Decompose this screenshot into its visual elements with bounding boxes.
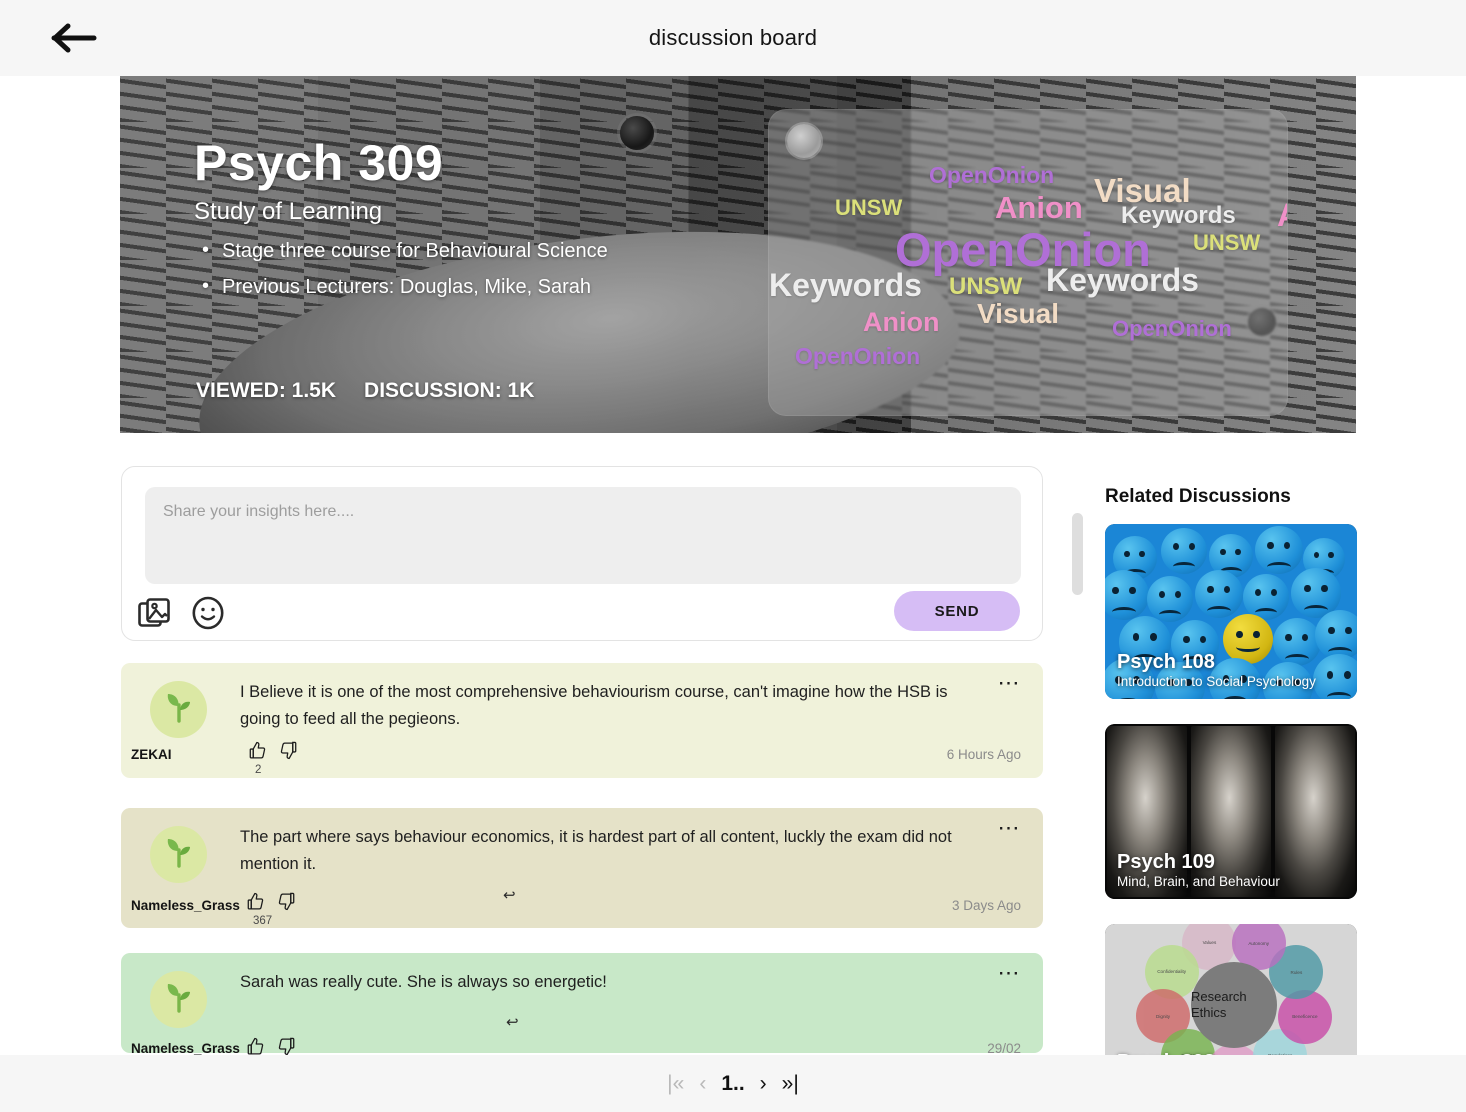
related-card-code: Psych 108 xyxy=(1117,651,1215,673)
last-page-button[interactable]: »| xyxy=(782,1072,799,1096)
related-discussions-sidebar: Related Discussions Psych 108 Introducti… xyxy=(1105,486,1357,1112)
related-card-code: Psych 109 xyxy=(1117,851,1215,873)
keyword-keywords[interactable]: Keywords xyxy=(1046,262,1199,299)
comment-text: Sarah was really cute. She is always so … xyxy=(240,973,607,991)
avatar xyxy=(150,681,207,738)
comment-author: Nameless_Grass xyxy=(131,898,240,913)
thumbs-up-icon[interactable] xyxy=(246,892,265,916)
keyword-unsw[interactable]: UNSW xyxy=(1193,230,1260,256)
composer-toolbar xyxy=(138,596,225,635)
sad-face-ball xyxy=(1105,570,1149,620)
sad-face-ball xyxy=(1147,576,1193,622)
keyword-openonion[interactable]: OpenOnion xyxy=(929,162,1054,189)
comment-timestamp: 3 Days Ago xyxy=(951,898,1021,913)
ethics-center-label: Research Ethics xyxy=(1191,962,1277,1048)
course-bullet: Stage three course for Behavioural Scien… xyxy=(194,239,608,263)
first-page-button[interactable]: |« xyxy=(667,1072,684,1096)
sad-face-ball xyxy=(1313,654,1357,699)
comment-timestamp: 29/02 xyxy=(987,1041,1021,1056)
comment-card: The part where says behaviour economics,… xyxy=(121,808,1043,928)
reply-arrow-icon[interactable]: ↩ xyxy=(503,886,516,904)
keyword-openonion[interactable]: OpenOnion xyxy=(795,343,920,370)
comments-scrollbar[interactable] xyxy=(1072,513,1083,595)
course-bullet: Previous Lecturers: Douglas, Mike, Sarah xyxy=(194,275,608,299)
related-card-name: Mind, Brain, and Behaviour xyxy=(1117,874,1280,889)
prev-page-button[interactable]: ‹ xyxy=(699,1072,706,1096)
hero-stats: VIEWED: 1.5K DISCUSSION: 1K xyxy=(196,379,534,403)
discussion-count: DISCUSSION: 1K xyxy=(364,379,535,402)
hero-bolt-decoration xyxy=(620,116,654,150)
upvote-count: 2 xyxy=(255,764,262,776)
avatar xyxy=(150,826,207,883)
avatar xyxy=(150,971,207,1028)
sad-face-ball xyxy=(1195,570,1243,618)
vote-controls xyxy=(248,741,298,765)
page-title: discussion board xyxy=(648,25,818,50)
comment-card: I Believe it is one of the most comprehe… xyxy=(121,663,1043,778)
keyword-visual[interactable]: Visual xyxy=(977,298,1059,330)
course-subtitle: Study of Learning xyxy=(194,198,383,225)
sprout-icon xyxy=(159,977,199,1022)
thumbs-down-icon[interactable] xyxy=(279,741,298,765)
course-code: Psych 309 xyxy=(194,135,444,191)
keyword-cloud-panel[interactable]: OpenOnionUNSWAnionVisualKeywordsAOpenOni… xyxy=(768,109,1288,416)
image-icon[interactable] xyxy=(138,597,172,634)
current-page-label[interactable]: 1.. xyxy=(721,1072,744,1096)
sidebar-title: Related Discussions xyxy=(1105,486,1291,507)
arrow-left-icon xyxy=(51,23,97,53)
emoji-smile-icon[interactable] xyxy=(191,596,225,635)
sprout-icon xyxy=(159,687,199,732)
hero-text-block: Psych 309 Study of Learning Stage three … xyxy=(194,134,608,312)
cloud-knob-decoration xyxy=(787,124,821,158)
comment-text: The part where says behaviour economics,… xyxy=(240,828,952,873)
keyword-keywords[interactable]: Keywords xyxy=(769,267,922,304)
sad-face-ball xyxy=(1315,610,1357,660)
send-button[interactable]: SEND xyxy=(894,591,1020,631)
keyword-anion[interactable]: Anion xyxy=(995,190,1083,226)
keyword-openonion[interactable]: OpenOnion xyxy=(1112,316,1232,342)
next-page-button[interactable]: › xyxy=(760,1072,767,1096)
back-button[interactable] xyxy=(50,20,106,56)
pagination-footer: |« ‹ 1.. › »| xyxy=(0,1055,1466,1112)
comment-card: Sarah was really cute. She is always so … xyxy=(121,953,1043,1056)
comment-author: ZEKAI xyxy=(131,747,172,762)
course-bullet-list: Stage three course for Behavioural Scien… xyxy=(194,239,608,299)
related-card-name: Introduction to Social Psychology xyxy=(1117,674,1316,689)
keyword-anion[interactable]: Anion xyxy=(863,307,939,338)
page-header: discussion board xyxy=(0,0,1466,76)
sprout-icon xyxy=(159,832,199,877)
viewed-count: VIEWED: 1.5K xyxy=(196,379,337,402)
keyword-unsw[interactable]: UNSW xyxy=(835,195,902,221)
upvote-count: 367 xyxy=(253,915,273,927)
more-options-icon[interactable]: ⋯ xyxy=(998,962,1022,984)
course-hero-banner: Psych 309 Study of Learning Stage three … xyxy=(120,76,1356,433)
sad-face-ball xyxy=(1161,528,1207,574)
comment-author: Nameless_Grass xyxy=(131,1041,240,1056)
sad-face-ball xyxy=(1255,526,1303,574)
comment-input[interactable] xyxy=(145,487,1021,584)
more-options-icon[interactable]: ⋯ xyxy=(998,817,1022,839)
vote-controls xyxy=(246,892,296,916)
comment-text: I Believe it is one of the most comprehe… xyxy=(240,683,948,728)
ethics-label-beneficence: Beneficence xyxy=(1277,989,1332,1044)
related-card-label: Psych 109 Mind, Brain, and Behaviour xyxy=(1117,851,1280,889)
more-options-icon[interactable]: ⋯ xyxy=(998,672,1022,694)
related-card-label: Psych 108 Introduction to Social Psychol… xyxy=(1117,651,1316,689)
thumbs-down-icon[interactable] xyxy=(277,892,296,916)
comment-timestamp: 6 Hours Ago xyxy=(946,747,1021,762)
keyword-a[interactable]: A xyxy=(1277,197,1287,234)
reply-arrow-icon[interactable]: ↩ xyxy=(506,1013,519,1031)
related-card-psych-108[interactable]: Psych 108 Introduction to Social Psychol… xyxy=(1105,524,1357,699)
discussion-board-page: discussion board Psych 309 Study of Lear… xyxy=(0,0,1466,1112)
pagination-controls: |« ‹ 1.. › »| xyxy=(667,1072,799,1096)
thumbs-up-icon[interactable] xyxy=(248,741,267,765)
keyword-unsw[interactable]: UNSW xyxy=(949,273,1022,301)
related-card-psych-109[interactable]: Psych 109 Mind, Brain, and Behaviour xyxy=(1105,724,1357,899)
